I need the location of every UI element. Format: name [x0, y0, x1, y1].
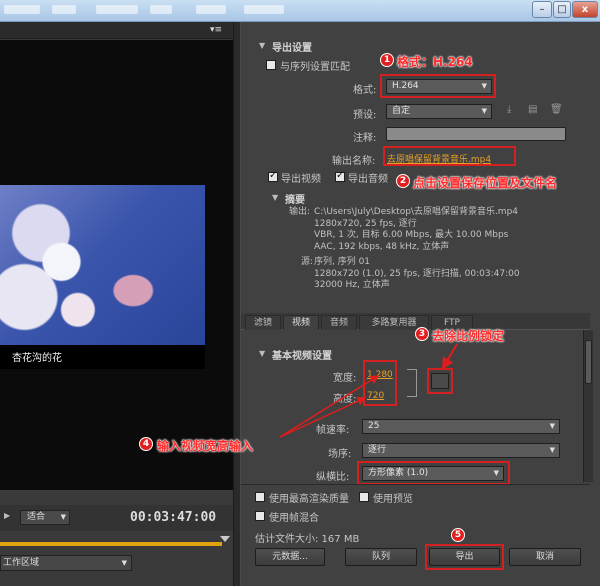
arrow-lock — [441, 343, 458, 370]
arrow-height — [279, 397, 367, 438]
annotation-arrows — [279, 343, 458, 438]
arrow-width — [279, 375, 380, 438]
